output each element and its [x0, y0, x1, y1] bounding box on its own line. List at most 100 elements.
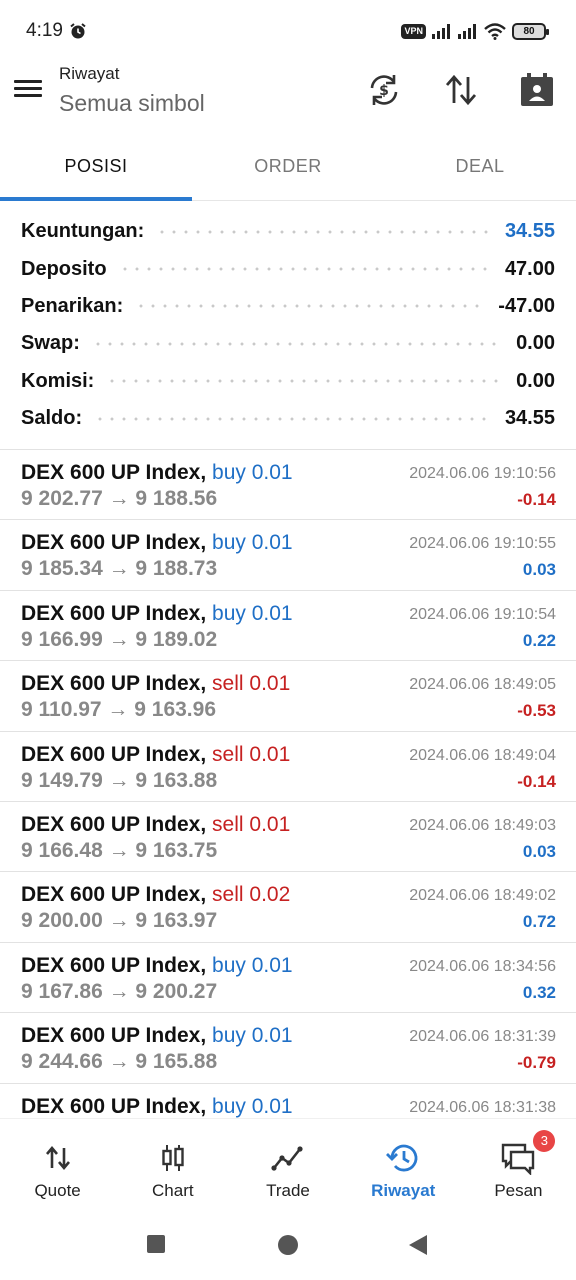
currency-exchange-icon[interactable]: $: [366, 72, 402, 108]
history-icon: [386, 1144, 418, 1172]
summary-label: Penarikan:: [21, 294, 124, 317]
nav-trade[interactable]: Trade: [230, 1119, 345, 1212]
home-icon[interactable]: [277, 1234, 299, 1256]
deal-prices: 9 200.00 → 9 163.97: [21, 909, 218, 933]
deal-prices: 9 166.48 → 9 163.75: [21, 838, 218, 862]
summary-row-komisi: Komisi: 0.00: [0, 363, 576, 400]
sort-icon[interactable]: [443, 72, 479, 108]
summary-value: 34.55: [504, 220, 555, 243]
summary-panel: Keuntungan: 34.55 Deposito 47.00 Penarik…: [0, 213, 576, 437]
deal-row[interactable]: DEX 600 UP Index, buy 0.01 2024.06.06 18…: [0, 1084, 576, 1118]
notification-badge: 3: [533, 1130, 556, 1152]
deal-row[interactable]: DEX 600 UP Index, buy 0.01 9 185.34 → 9 …: [0, 520, 576, 591]
signal-icon-2: [458, 24, 476, 39]
summary-label: Saldo:: [21, 407, 83, 430]
summary-row-saldo: Saldo: 34.55: [0, 400, 576, 437]
back-icon[interactable]: [408, 1234, 428, 1256]
wifi-icon: [484, 22, 506, 40]
vpn-badge: VPN: [401, 23, 426, 39]
nav-riwayat[interactable]: Riwayat: [346, 1119, 461, 1212]
deal-side: buy 0.01: [212, 1024, 293, 1048]
deal-side: buy 0.01: [212, 953, 293, 977]
tab-posisi[interactable]: POSISI: [0, 132, 192, 201]
deal-profit: -0.14: [517, 771, 556, 791]
deal-symbol: DEX 600 UP Index, buy 0.01: [21, 601, 293, 625]
deal-time: 2024.06.06 18:31:39: [409, 1028, 556, 1046]
recents-icon[interactable]: [146, 1234, 166, 1254]
tab-order[interactable]: ORDER: [192, 132, 384, 200]
signal-icon: [432, 24, 450, 39]
deal-side: sell 0.01: [212, 672, 291, 696]
deal-time: 2024.06.06 18:49:03: [409, 816, 556, 834]
deal-row[interactable]: DEX 600 UP Index, sell 0.01 9 166.48 → 9…: [0, 802, 576, 873]
deal-symbol: DEX 600 UP Index, sell 0.01: [21, 742, 291, 766]
nav-label: Pesan: [494, 1181, 543, 1200]
deal-profit: 0.03: [522, 841, 556, 861]
dotted-leader: [156, 228, 493, 235]
dotted-leader: [106, 378, 505, 385]
deal-prices: 9 185.34 → 9 188.73: [21, 557, 218, 581]
deal-prices: 9 166.99 → 9 189.02: [21, 627, 218, 651]
deal-side: buy 0.01: [212, 531, 293, 555]
deal-symbol: DEX 600 UP Index, buy 0.01: [21, 953, 293, 977]
summary-value: 47.00: [504, 257, 555, 280]
deal-prices: 9 244.66 → 9 165.88: [21, 1050, 218, 1074]
deal-row[interactable]: DEX 600 UP Index, sell 0.01 9 110.97 → 9…: [0, 661, 576, 732]
status-time: 4:19: [26, 20, 63, 41]
deal-row[interactable]: DEX 600 UP Index, sell 0.01 9 149.79 → 9…: [0, 732, 576, 802]
battery-icon: 80: [512, 22, 549, 40]
deal-symbol: DEX 600 UP Index, buy 0.01: [21, 1024, 293, 1048]
nav-chart[interactable]: Chart: [115, 1119, 230, 1212]
summary-value: 0.00: [516, 369, 555, 392]
nav-pesan[interactable]: 3 Pesan: [461, 1119, 576, 1212]
deal-time: 2024.06.06 18:49:02: [409, 887, 556, 905]
calendar-person-icon[interactable]: [519, 72, 555, 108]
deal-side: sell 0.01: [212, 812, 291, 836]
deal-side: sell 0.02: [212, 883, 291, 907]
deal-time: 2024.06.06 19:10:55: [409, 535, 556, 553]
deal-symbol: DEX 600 UP Index, buy 0.01: [21, 461, 293, 484]
app-bar: Riwayat Semua simbol $: [0, 62, 576, 130]
system-nav-bar: [0, 1212, 576, 1280]
menu-icon[interactable]: [14, 76, 46, 104]
deal-symbol: DEX 600 UP Index, sell 0.02: [21, 883, 291, 907]
nav-quote[interactable]: Quote: [0, 1119, 115, 1212]
summary-row-keuntungan: Keuntungan: 34.55: [0, 213, 576, 250]
deal-time: 2024.06.06 18:34:56: [409, 957, 556, 975]
deal-side: sell 0.01: [212, 742, 291, 766]
deal-profit: -0.53: [517, 701, 556, 721]
tab-bar: POSISI ORDER DEAL: [0, 132, 576, 201]
deals-list: DEX 600 UP Index, buy 0.01 9 202.77 → 9 …: [0, 450, 576, 1118]
deal-prices: 9 149.79 → 9 163.88: [21, 768, 218, 792]
nav-label: Chart: [152, 1181, 194, 1200]
summary-label: Deposito: [21, 257, 107, 280]
summary-label: Komisi:: [21, 369, 95, 392]
deal-row[interactable]: DEX 600 UP Index, buy 0.01 9 167.86 → 9 …: [0, 943, 576, 1014]
deal-side: buy 0.01: [212, 1094, 293, 1118]
status-icons: VPN 80: [401, 20, 549, 42]
deal-profit: 0.03: [522, 560, 556, 580]
deal-row[interactable]: DEX 600 UP Index, buy 0.01 9 166.99 → 9 …: [0, 591, 576, 662]
deal-row[interactable]: DEX 600 UP Index, buy 0.01 9 202.77 → 9 …: [0, 450, 576, 521]
tab-deal[interactable]: DEAL: [384, 132, 576, 200]
dotted-leader: [118, 266, 493, 273]
deal-symbol: DEX 600 UP Index, sell 0.01: [21, 672, 291, 696]
deal-row[interactable]: DEX 600 UP Index, sell 0.02 9 200.00 → 9…: [0, 872, 576, 943]
summary-value: 0.00: [516, 332, 555, 355]
deal-row[interactable]: DEX 600 UP Index, buy 0.01 9 244.66 → 9 …: [0, 1013, 576, 1084]
deal-time: 2024.06.06 19:10:54: [409, 605, 556, 623]
trade-line-icon: [271, 1146, 303, 1171]
dotted-leader: [94, 415, 493, 422]
deal-prices: 9 110.97 → 9 163.96: [21, 698, 216, 722]
messages-icon: [502, 1143, 535, 1175]
deal-symbol: DEX 600 UP Index, buy 0.01: [21, 1094, 293, 1118]
deal-prices: 9 167.86 → 9 200.27: [21, 979, 218, 1003]
symbol-filter[interactable]: Semua simbol: [59, 90, 205, 117]
alarm-icon: [70, 23, 86, 39]
summary-value: 34.55: [504, 407, 555, 430]
dotted-leader: [135, 303, 487, 310]
deal-time: 2024.06.06 18:49:04: [409, 746, 556, 764]
deal-symbol: DEX 600 UP Index, buy 0.01: [21, 531, 293, 555]
nav-label: Quote: [34, 1181, 81, 1200]
page-title: Riwayat: [59, 64, 120, 83]
